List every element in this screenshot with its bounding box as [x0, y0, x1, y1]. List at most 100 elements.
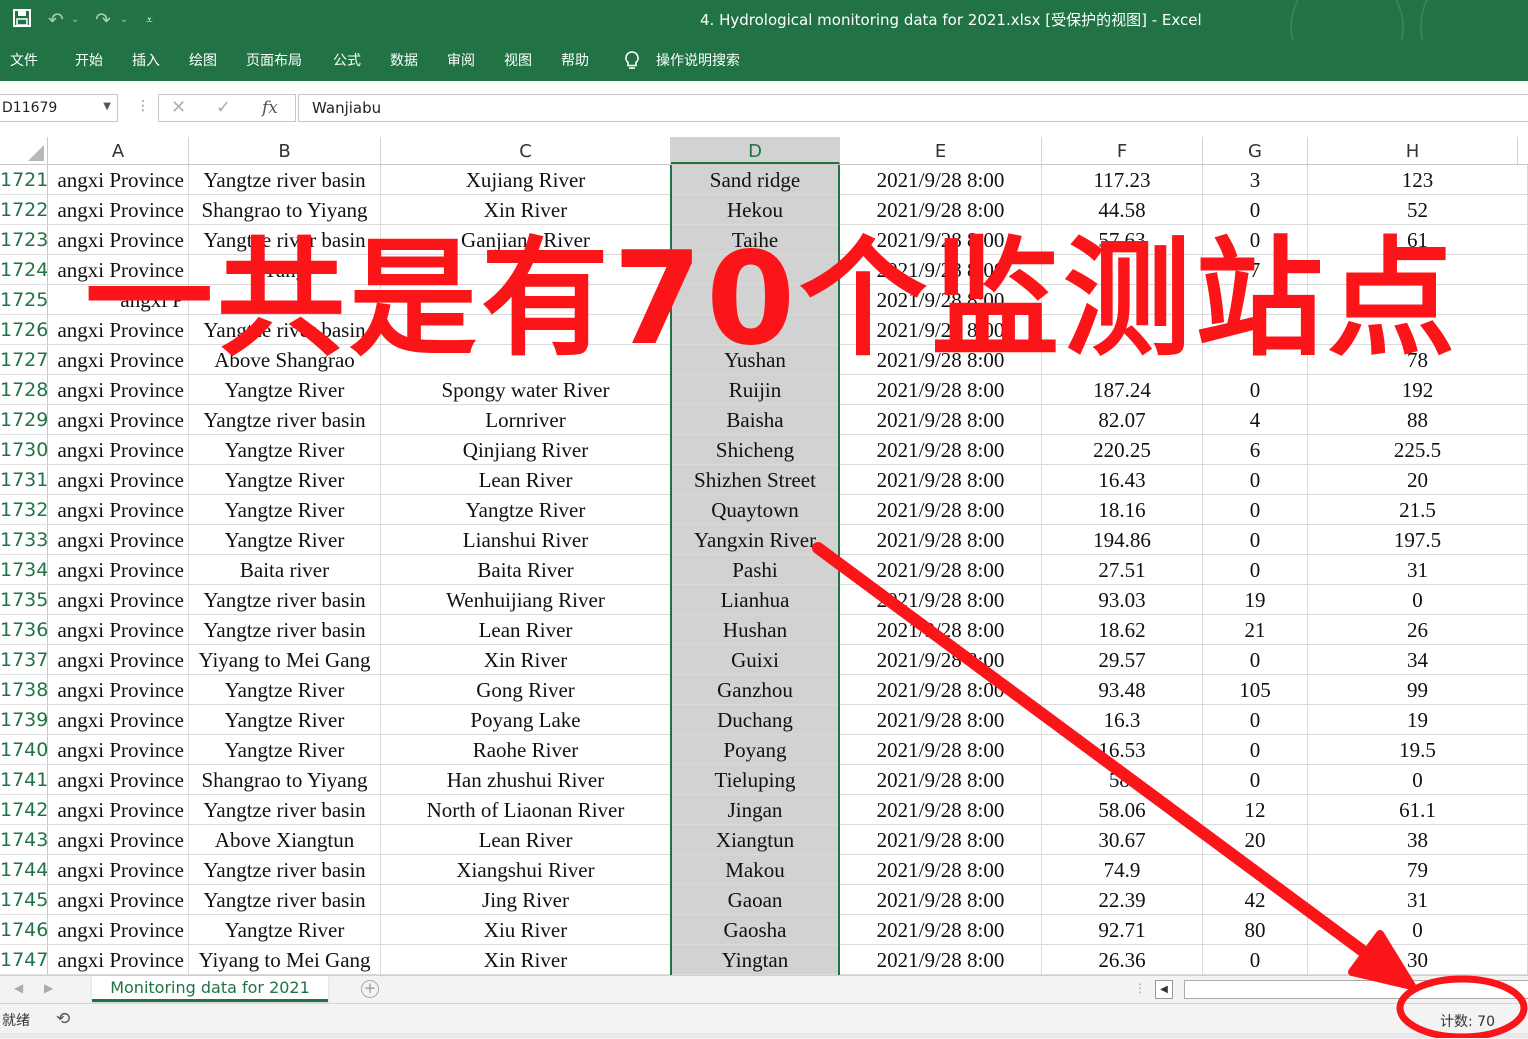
tab-home[interactable]: 开始: [75, 51, 103, 71]
undo-dropdown-icon[interactable]: ⌄: [71, 8, 79, 32]
cell-b[interactable]: Yangtze River: [189, 435, 381, 465]
scroll-left-icon[interactable]: ◀: [1155, 980, 1173, 999]
cell-g[interactable]: 0: [1203, 765, 1308, 795]
row-header[interactable]: 1734: [0, 555, 48, 585]
cell-d[interactable]: Tieluping: [671, 765, 840, 795]
cell-a[interactable]: angxi Province: [48, 945, 189, 975]
tab-insert[interactable]: 插入: [132, 51, 160, 71]
column-header-f[interactable]: F: [1042, 137, 1203, 164]
row-header[interactable]: 1738: [0, 675, 48, 705]
cell-b[interactable]: Shangrao to Yiyang: [189, 195, 381, 225]
cell-g[interactable]: 80: [1203, 915, 1308, 945]
cell-e[interactable]: 2021/9/28 8:00: [840, 675, 1042, 705]
cell-f[interactable]: 27.51: [1042, 555, 1203, 585]
cell-a[interactable]: angxi Province: [48, 855, 189, 885]
cell-d[interactable]: Yangxin River: [671, 525, 840, 555]
cell-e[interactable]: 2021/9/28 8:00: [840, 465, 1042, 495]
column-header-a[interactable]: A: [48, 137, 189, 164]
cell-e[interactable]: 2021/9/28 8:00: [840, 825, 1042, 855]
cell-a[interactable]: angxi Province: [48, 705, 189, 735]
tab-review[interactable]: 审阅: [447, 51, 475, 71]
cell-d[interactable]: Yingtan: [671, 945, 840, 975]
redo-icon[interactable]: ↷: [95, 8, 111, 32]
cell-f[interactable]: 30.67: [1042, 825, 1203, 855]
tab-data[interactable]: 数据: [390, 51, 418, 71]
cell-c[interactable]: Baita River: [381, 555, 671, 585]
cell-h[interactable]: 20: [1308, 465, 1528, 495]
name-box[interactable]: D11679 ▼: [0, 94, 118, 122]
cell-h[interactable]: 88: [1308, 405, 1528, 435]
column-header-c[interactable]: C: [381, 137, 671, 164]
row-header[interactable]: 1737: [0, 645, 48, 675]
cell-d[interactable]: Xiangtun: [671, 825, 840, 855]
cell-d[interactable]: Shizhen Street: [671, 465, 840, 495]
cell-e[interactable]: 2021/9/28 8:00: [840, 495, 1042, 525]
cell-b[interactable]: Yangtze river basin: [189, 405, 381, 435]
cell-c[interactable]: Lean River: [381, 465, 671, 495]
cell-a[interactable]: angxi Province: [48, 465, 189, 495]
cell-d[interactable]: Gaosha: [671, 915, 840, 945]
cell-e[interactable]: 2021/9/28 8:00: [840, 765, 1042, 795]
cancel-icon[interactable]: ✕: [171, 97, 186, 118]
cell-b[interactable]: Yangtze river basin: [189, 585, 381, 615]
cell-b[interactable]: Yangtze River: [189, 915, 381, 945]
cell-h[interactable]: 0: [1308, 585, 1528, 615]
cell-d[interactable]: Shicheng: [671, 435, 840, 465]
select-all-button[interactable]: [0, 137, 48, 164]
cell-a[interactable]: angxi Province: [48, 825, 189, 855]
cell-f[interactable]: 93.48: [1042, 675, 1203, 705]
row-header[interactable]: 1745: [0, 885, 48, 915]
cell-e[interactable]: 2021/9/28 8:00: [840, 405, 1042, 435]
cell-f[interactable]: 194.86: [1042, 525, 1203, 555]
cell-a[interactable]: angxi Province: [48, 195, 189, 225]
tab-file[interactable]: 文件: [10, 51, 38, 71]
cell-d[interactable]: Makou: [671, 855, 840, 885]
cell-h[interactable]: 225.5: [1308, 435, 1528, 465]
cell-b[interactable]: Yangtze river basin: [189, 885, 381, 915]
cell-g[interactable]: 105: [1203, 675, 1308, 705]
cell-c[interactable]: Gong River: [381, 675, 671, 705]
cell-h[interactable]: 31: [1308, 555, 1528, 585]
cell-g[interactable]: 3: [1203, 165, 1308, 195]
column-header-g[interactable]: G: [1203, 137, 1308, 164]
row-header[interactable]: 1729: [0, 405, 48, 435]
cell-c[interactable]: Lianshui River: [381, 525, 671, 555]
cell-a[interactable]: angxi Province: [48, 765, 189, 795]
cell-f[interactable]: 29.57: [1042, 645, 1203, 675]
cell-f[interactable]: 187.24: [1042, 375, 1203, 405]
cell-h[interactable]: 38: [1308, 825, 1528, 855]
cell-d[interactable]: Ruijin: [671, 375, 840, 405]
cell-a[interactable]: angxi Province: [48, 585, 189, 615]
cell-c[interactable]: Poyang Lake: [381, 705, 671, 735]
tell-me-search[interactable]: 操作说明搜索: [656, 51, 740, 71]
cell-c[interactable]: Jing River: [381, 885, 671, 915]
redo-dropdown-icon[interactable]: ⌄: [120, 8, 128, 32]
cell-f[interactable]: 16.3: [1042, 705, 1203, 735]
cell-g[interactable]: 6: [1203, 435, 1308, 465]
cell-a[interactable]: angxi Province: [48, 165, 189, 195]
cell-b[interactable]: Yiyang to Mei Gang: [189, 945, 381, 975]
cell-c[interactable]: Han zhushui River: [381, 765, 671, 795]
cell-c[interactable]: Raohe River: [381, 735, 671, 765]
row-header[interactable]: 1744: [0, 855, 48, 885]
row-header[interactable]: 1739: [0, 705, 48, 735]
row-header[interactable]: 1747: [0, 945, 48, 975]
cell-g[interactable]: 20: [1203, 825, 1308, 855]
cell-g[interactable]: 4: [1203, 405, 1308, 435]
cell-b[interactable]: Yangtze River: [189, 675, 381, 705]
row-header[interactable]: 1746: [0, 915, 48, 945]
cell-c[interactable]: Xiangshui River: [381, 855, 671, 885]
row-header[interactable]: 1722: [0, 195, 48, 225]
cell-g[interactable]: 0: [1203, 465, 1308, 495]
cell-h[interactable]: 31: [1308, 885, 1528, 915]
tab-help[interactable]: 帮助: [561, 51, 589, 71]
formula-input[interactable]: Wanjiabu: [298, 94, 1528, 122]
cell-c[interactable]: Spongy water River: [381, 375, 671, 405]
row-header[interactable]: 1740: [0, 735, 48, 765]
cell-h[interactable]: 61.1: [1308, 795, 1528, 825]
cell-a[interactable]: angxi Province: [48, 525, 189, 555]
cell-e[interactable]: 2021/9/28 8:00: [840, 615, 1042, 645]
cell-a[interactable]: angxi Province: [48, 735, 189, 765]
row-header[interactable]: 1743: [0, 825, 48, 855]
cell-d[interactable]: Sand ridge: [671, 165, 840, 195]
